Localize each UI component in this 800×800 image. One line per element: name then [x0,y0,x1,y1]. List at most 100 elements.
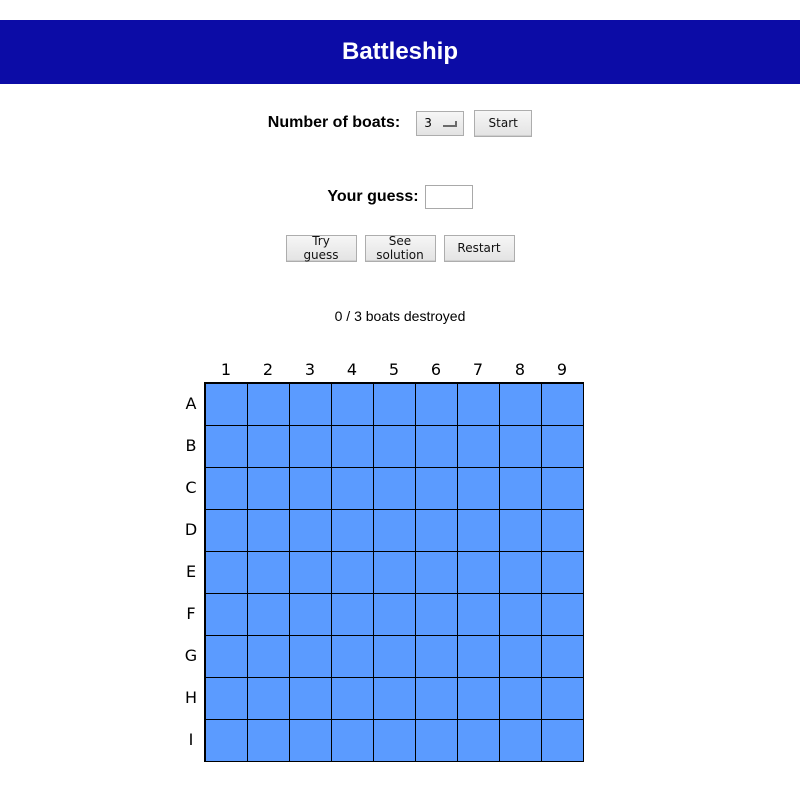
board-cell-d4[interactable] [332,510,374,552]
board-cell-h8[interactable] [500,678,542,720]
board-cell-f7[interactable] [458,594,500,636]
boats-count-select[interactable]: 3 [416,110,465,136]
board-cell-i8[interactable] [500,720,542,762]
board-cell-c4[interactable] [332,468,374,510]
board-cell-e4[interactable] [332,552,374,594]
board-cell-c6[interactable] [416,468,458,510]
board-cell-e8[interactable] [500,552,542,594]
board-cell-d6[interactable] [416,510,458,552]
board-cell-a2[interactable] [248,384,290,426]
board-cell-g7[interactable] [458,636,500,678]
board-cell-c5[interactable] [374,468,416,510]
boats-count-value: 3 [424,116,432,130]
board-cell-h5[interactable] [374,678,416,720]
board-cell-b3[interactable] [290,426,332,468]
board-cell-h4[interactable] [332,678,374,720]
board-cell-a8[interactable] [500,384,542,426]
board-cell-b5[interactable] [374,426,416,468]
board-cell-e5[interactable] [374,552,416,594]
board-cell-h7[interactable] [458,678,500,720]
board-cell-i7[interactable] [458,720,500,762]
board-cell-g5[interactable] [374,636,416,678]
dropdown-arrow-icon [443,121,458,127]
board-cell-b8[interactable] [500,426,542,468]
board-cell-f2[interactable] [248,594,290,636]
board-cell-b1[interactable] [206,426,248,468]
start-button[interactable]: Start [474,109,533,137]
board-cell-i6[interactable] [416,720,458,762]
board-cell-d9[interactable] [542,510,584,552]
boats-setup-row: Number of boats: 3 Start [0,109,800,137]
board-cell-i2[interactable] [248,720,290,762]
board-cell-c1[interactable] [206,468,248,510]
board-cell-f3[interactable] [290,594,332,636]
board-cell-h2[interactable] [248,678,290,720]
row-label: H [184,687,198,707]
board-cell-c7[interactable] [458,468,500,510]
board-cell-f1[interactable] [206,594,248,636]
board-cell-e7[interactable] [458,552,500,594]
board-cell-h9[interactable] [542,678,584,720]
board-cell-e1[interactable] [206,552,248,594]
board-cell-a6[interactable] [416,384,458,426]
board-cell-a1[interactable] [206,384,248,426]
board-cell-d3[interactable] [290,510,332,552]
column-label: 6 [430,360,442,379]
board-cell-d2[interactable] [248,510,290,552]
board-cell-a5[interactable] [374,384,416,426]
board-cell-c2[interactable] [248,468,290,510]
board-cell-c9[interactable] [542,468,584,510]
board-cell-g4[interactable] [332,636,374,678]
board-cell-a9[interactable] [542,384,584,426]
board-cell-f9[interactable] [542,594,584,636]
board-cell-e9[interactable] [542,552,584,594]
board-cell-a4[interactable] [332,384,374,426]
board-cell-g6[interactable] [416,636,458,678]
action-buttons-row: Try guess See solution Restart [0,234,800,262]
try-guess-button[interactable]: Try guess [285,234,357,262]
board-cell-d8[interactable] [500,510,542,552]
board-cell-i3[interactable] [290,720,332,762]
boats-destroyed-status: 0 / 3 boats destroyed [334,308,466,324]
see-solution-button[interactable]: See solution [364,234,436,262]
board-cell-f6[interactable] [416,594,458,636]
board-cell-f8[interactable] [500,594,542,636]
board-cell-f5[interactable] [374,594,416,636]
board-cell-b4[interactable] [332,426,374,468]
board-cell-d7[interactable] [458,510,500,552]
board-cell-h1[interactable] [206,678,248,720]
board-cell-c3[interactable] [290,468,332,510]
board-cell-d5[interactable] [374,510,416,552]
board-cell-i5[interactable] [374,720,416,762]
board-cell-f4[interactable] [332,594,374,636]
board-cell-b2[interactable] [248,426,290,468]
board-cell-a3[interactable] [290,384,332,426]
board-cell-b9[interactable] [542,426,584,468]
board-cell-h3[interactable] [290,678,332,720]
board-cell-e6[interactable] [416,552,458,594]
board-cell-i9[interactable] [542,720,584,762]
board-cell-g9[interactable] [542,636,584,678]
column-label: 4 [346,360,358,379]
row-label: F [186,603,196,623]
board-cell-i4[interactable] [332,720,374,762]
board-cell-b6[interactable] [416,426,458,468]
board-cell-b7[interactable] [458,426,500,468]
guess-input[interactable] [424,185,473,209]
board-cell-d1[interactable] [206,510,248,552]
board-cell-a7[interactable] [458,384,500,426]
boats-count-label: Number of boats: [267,114,401,131]
board-cell-g1[interactable] [206,636,248,678]
restart-button[interactable]: Restart [443,234,515,262]
board-cell-g2[interactable] [248,636,290,678]
row-label: C [185,477,197,497]
board-cell-i1[interactable] [206,720,248,762]
row-label: B [185,435,197,455]
board-cell-g8[interactable] [500,636,542,678]
row-label: G [184,645,198,665]
board-cell-c8[interactable] [500,468,542,510]
board-cell-h6[interactable] [416,678,458,720]
board-cell-e3[interactable] [290,552,332,594]
board-cell-g3[interactable] [290,636,332,678]
board-cell-e2[interactable] [248,552,290,594]
